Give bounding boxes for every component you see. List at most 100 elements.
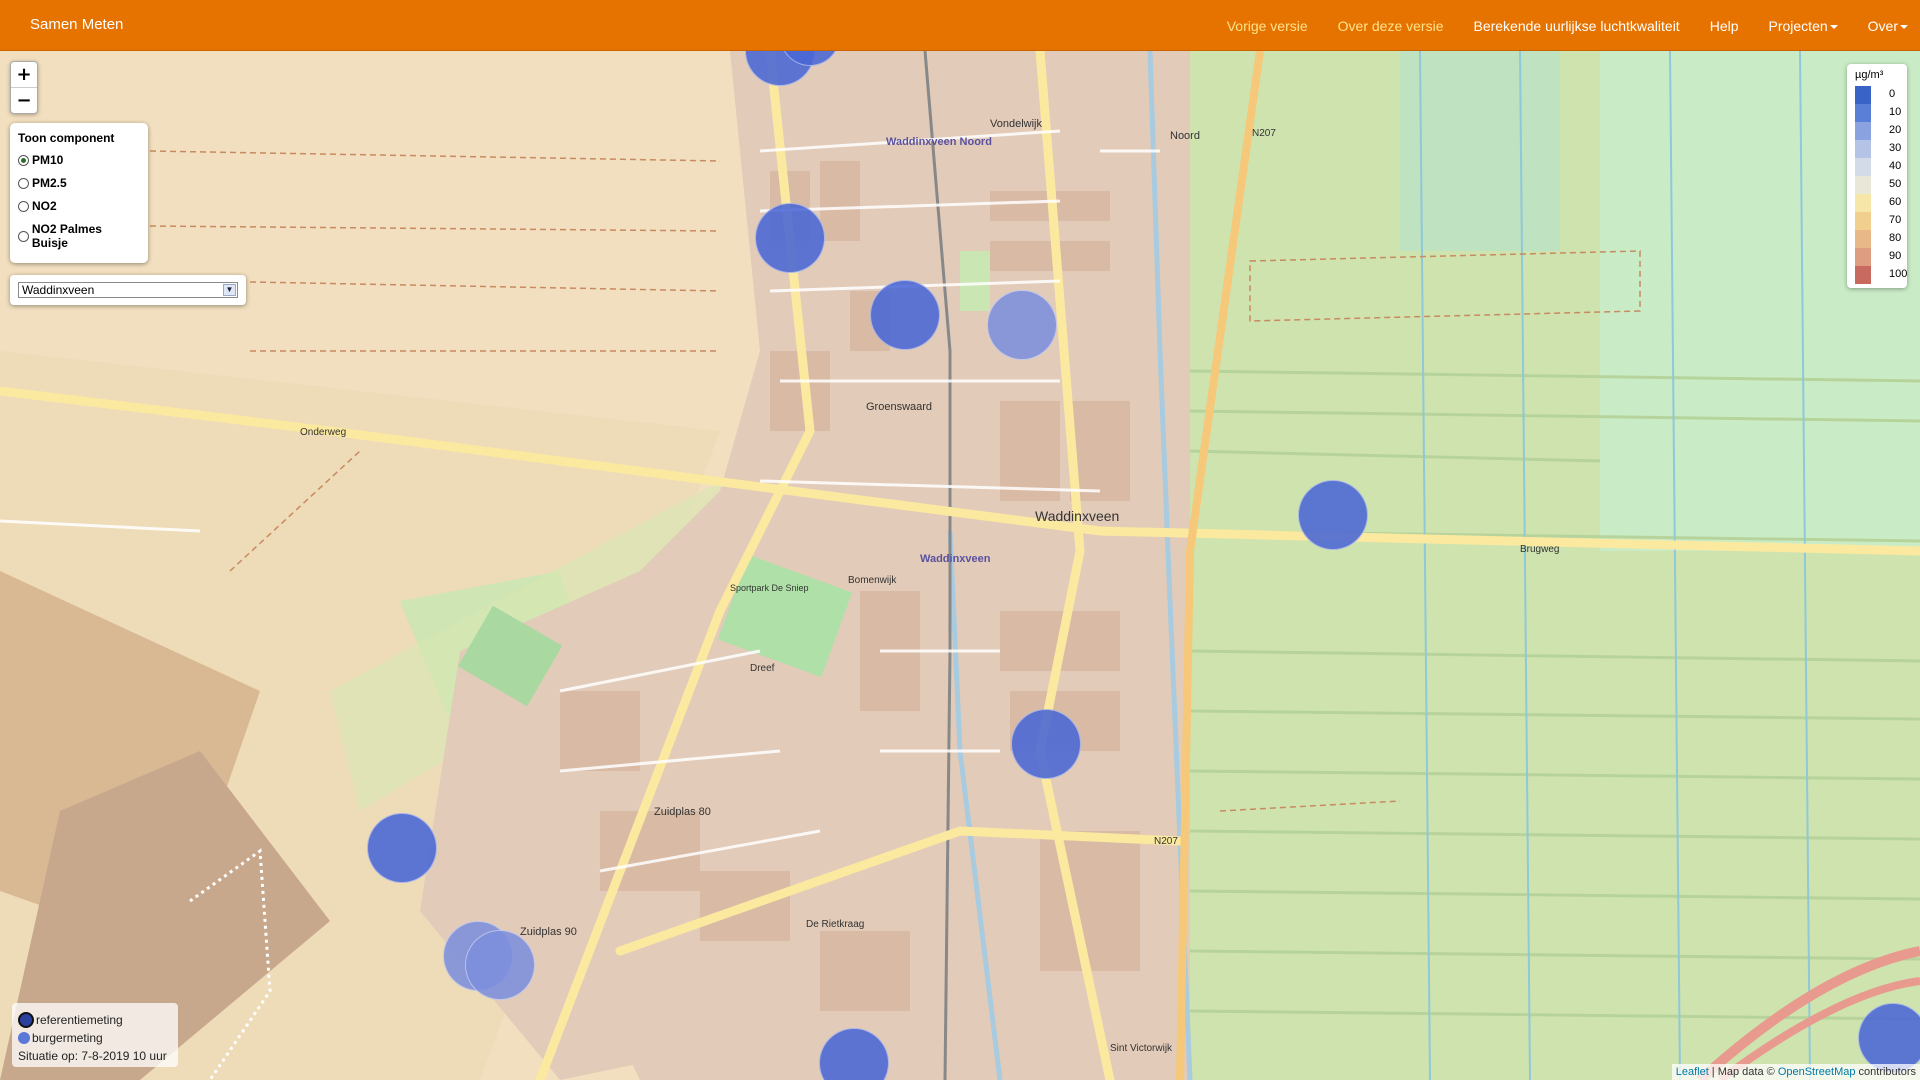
marker-type-info: referentiemeting burgermeting Situatie o… bbox=[12, 1003, 178, 1067]
legend-label: 80 bbox=[1889, 232, 1902, 244]
location-select-box: Waddinxveen ▼ bbox=[10, 275, 246, 305]
legend-row: 10 bbox=[1855, 104, 1905, 122]
map-label-brugweg: Brugweg bbox=[1520, 544, 1559, 555]
radio-icon[interactable] bbox=[18, 230, 29, 242]
legend-unit: µg/m³ bbox=[1855, 69, 1884, 81]
component-option-no2-palmes[interactable]: NO2 Palmes Buisje bbox=[18, 222, 140, 250]
attribution-contributors: contributors bbox=[1855, 1066, 1916, 1078]
map-label-noord: Noord bbox=[1170, 130, 1200, 142]
radio-icon[interactable] bbox=[18, 177, 29, 189]
info-citizen-label: burgermeting bbox=[32, 1031, 103, 1045]
measurement-marker[interactable] bbox=[1298, 480, 1368, 550]
legend-label: 0 bbox=[1889, 88, 1896, 100]
caret-down-icon bbox=[1900, 24, 1908, 29]
map-label-n207: N207 bbox=[1252, 128, 1276, 139]
map-label-station: Waddinxveen bbox=[920, 553, 991, 565]
component-option-label: NO2 bbox=[32, 199, 57, 213]
legend-swatch bbox=[1855, 212, 1871, 230]
navbar: Samen Meten Vorige versie Over deze vers… bbox=[0, 0, 1920, 51]
legend-row: 70 bbox=[1855, 212, 1905, 230]
legend-label: 60 bbox=[1889, 196, 1902, 208]
nav-projects-label: Projecten bbox=[1768, 17, 1828, 34]
component-option-label: PM10 bbox=[32, 153, 64, 167]
reference-dot-icon bbox=[18, 1012, 34, 1028]
component-option-label: PM2.5 bbox=[32, 176, 67, 190]
info-situation: Situatie op: 7-8-2019 10 uur bbox=[18, 1049, 167, 1063]
map-label-sint-victorwijk: Sint Victorwijk bbox=[1110, 1043, 1173, 1054]
legend-label: 10 bbox=[1889, 106, 1902, 118]
legend-swatch bbox=[1855, 248, 1871, 266]
leaflet-link[interactable]: Leaflet bbox=[1676, 1066, 1709, 1078]
legend-row: 40 bbox=[1855, 158, 1905, 176]
measurement-marker[interactable] bbox=[1011, 709, 1081, 779]
location-select[interactable]: Waddinxveen ▼ bbox=[18, 282, 238, 298]
map-label-zuidplas-80: Zuidplas 80 bbox=[654, 806, 711, 818]
legend-row: 50 bbox=[1855, 176, 1905, 194]
measurement-marker[interactable] bbox=[367, 813, 437, 883]
legend-row: 100 bbox=[1855, 266, 1908, 284]
zoom-in-button[interactable]: + bbox=[11, 62, 37, 87]
map[interactable]: Waddinxveen Waddinxveen Noord Waddinxvee… bbox=[0, 51, 1920, 1080]
map-label-sportpark: Sportpark De Sniep bbox=[730, 583, 809, 593]
legend: µg/m³ 0 10 20 30 40 50 60 70 80 90 100 bbox=[1847, 64, 1907, 288]
legend-row: 30 bbox=[1855, 140, 1905, 158]
legend-label: 100 bbox=[1889, 268, 1908, 280]
location-select-value: Waddinxveen bbox=[22, 283, 95, 297]
info-reference-label: referentiemeting bbox=[36, 1013, 123, 1027]
nav-help[interactable]: Help bbox=[1710, 18, 1739, 34]
map-label-n207-south: N207 bbox=[1154, 836, 1178, 847]
component-option-pm25[interactable]: PM2.5 bbox=[18, 176, 140, 190]
chevron-down-icon[interactable]: ▼ bbox=[223, 284, 236, 296]
component-option-no2[interactable]: NO2 bbox=[18, 199, 140, 213]
radio-checked-icon[interactable] bbox=[18, 154, 29, 166]
nav-about-dropdown[interactable]: Over bbox=[1868, 18, 1908, 34]
measurement-marker[interactable] bbox=[870, 280, 940, 350]
legend-label: 20 bbox=[1889, 124, 1902, 136]
component-option-label: NO2 Palmes Buisje bbox=[31, 222, 102, 250]
map-label-bomenwijk: Bomenwijk bbox=[848, 575, 897, 586]
legend-label: 90 bbox=[1889, 250, 1902, 262]
nav-previous-version[interactable]: Vorige versie bbox=[1227, 18, 1308, 34]
legend-label: 70 bbox=[1889, 214, 1902, 226]
legend-swatch bbox=[1855, 86, 1871, 104]
info-reference-row: referentiemeting bbox=[18, 1012, 123, 1028]
map-label-zuidplas-90: Zuidplas 90 bbox=[520, 926, 577, 938]
legend-label: 50 bbox=[1889, 178, 1902, 190]
legend-swatch bbox=[1855, 266, 1871, 284]
measurement-marker[interactable] bbox=[987, 290, 1057, 360]
map-label-vondelwijk: Vondelwijk bbox=[990, 118, 1042, 130]
map-label-groenswaard: Groenswaard bbox=[866, 401, 932, 413]
nav-projects-dropdown[interactable]: Projecten bbox=[1769, 18, 1838, 34]
measurement-marker[interactable] bbox=[1858, 1003, 1920, 1073]
map-label-de-rietkraag: De Rietkraag bbox=[806, 919, 864, 930]
info-citizen-row: burgermeting bbox=[18, 1030, 103, 1046]
osm-link[interactable]: OpenStreetMap bbox=[1778, 1066, 1856, 1078]
radio-icon[interactable] bbox=[18, 200, 29, 212]
legend-row: 60 bbox=[1855, 194, 1905, 212]
zoom-control: + − bbox=[10, 61, 38, 114]
legend-swatch bbox=[1855, 122, 1871, 140]
nav-hourly-air-quality[interactable]: Berekende uurlijkse luchtkwaliteit bbox=[1473, 18, 1679, 34]
legend-row: 20 bbox=[1855, 122, 1905, 140]
component-panel-title: Toon component bbox=[18, 131, 115, 145]
brand-link[interactable]: Samen Meten bbox=[30, 16, 123, 33]
legend-label: 30 bbox=[1889, 142, 1902, 154]
measurement-marker[interactable] bbox=[465, 930, 535, 1000]
component-option-pm10[interactable]: PM10 bbox=[18, 153, 140, 167]
measurement-marker[interactable] bbox=[755, 203, 825, 273]
map-label-town: Waddinxveen bbox=[1035, 508, 1119, 524]
nav-about-this-version[interactable]: Over deze versie bbox=[1338, 18, 1444, 34]
map-tiles[interactable]: Waddinxveen Waddinxveen Noord Waddinxvee… bbox=[0, 51, 1920, 1080]
attribution-text: | Map data © bbox=[1708, 1066, 1778, 1078]
legend-row: 90 bbox=[1855, 248, 1905, 266]
legend-swatch bbox=[1855, 140, 1871, 158]
legend-swatch bbox=[1855, 176, 1871, 194]
legend-label: 40 bbox=[1889, 160, 1902, 172]
zoom-out-button[interactable]: − bbox=[11, 87, 37, 113]
nav-about-label: Over bbox=[1867, 17, 1898, 34]
legend-swatch bbox=[1855, 194, 1871, 212]
map-label-onderweg: Onderweg bbox=[300, 427, 346, 438]
map-label-dreef: Dreef bbox=[750, 663, 775, 674]
legend-swatch bbox=[1855, 230, 1871, 248]
nav-links: Vorige versie Over deze versie Berekende… bbox=[1227, 0, 1920, 51]
